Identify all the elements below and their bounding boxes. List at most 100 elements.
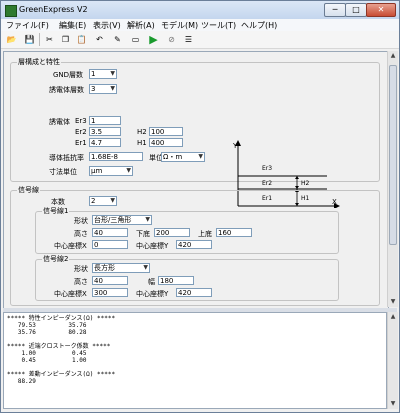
window-title: GreenExpress V2	[19, 5, 88, 14]
menu-tools[interactable]: ツール(T)	[201, 20, 236, 31]
result-log: ***** 特性インピーダンス(Ω) ***** 79.53 35.76 35.…	[3, 312, 387, 409]
line2-height-label: 高さ	[74, 278, 88, 286]
dimension-unit-label: 寸法単位	[49, 168, 77, 176]
toolbar: 📂 💾 ✂ ❐ 📋 ↶ ✎ ▭ ▶ ⊘ ☰	[1, 31, 399, 49]
dimension-unit-select[interactable]: μm ▼	[89, 166, 133, 176]
line1-center-y-input[interactable]: 420	[176, 240, 212, 249]
line1-shape-select[interactable]: 台形/三角形 ▼	[92, 215, 152, 225]
menu-bar: ファイル(F) 編集(E) 表示(V) 解析(A) モデル(M) ツール(T) …	[1, 19, 399, 31]
list-icon[interactable]: ☰	[182, 33, 195, 46]
line1-shape-label: 形状	[74, 217, 88, 225]
line2-height-input[interactable]: 40	[92, 276, 128, 285]
line1-height-label: 高さ	[74, 230, 88, 238]
chevron-down-icon: ▼	[143, 264, 148, 271]
menu-help[interactable]: ヘルプ(H)	[241, 20, 277, 31]
chevron-down-icon: ▼	[110, 197, 115, 204]
chevron-down-icon: ▼	[110, 85, 115, 92]
line2-center-x-label: 中心座標X	[54, 290, 87, 298]
menu-view[interactable]: 表示(V)	[93, 20, 121, 31]
er3-input[interactable]: 1	[89, 116, 121, 125]
app-icon	[5, 5, 17, 17]
line1-height-input[interactable]: 40	[92, 228, 128, 237]
scroll-down-icon[interactable]: ▼	[388, 297, 398, 307]
scroll-up-icon[interactable]: ▲	[388, 312, 398, 322]
er1-label: Er1	[75, 139, 87, 147]
h1-label: H1	[137, 139, 147, 147]
scroll-up-icon[interactable]: ▲	[388, 51, 398, 61]
dielectric-layer-label: 誘電体層数	[49, 86, 84, 94]
chevron-down-icon: ▼	[110, 70, 115, 77]
app-window: GreenExpress V2 ─ □ ✕ ファイル(F) 編集(E) 表示(V…	[0, 0, 400, 413]
line2-center-x-input[interactable]: 300	[92, 288, 128, 297]
menu-edit[interactable]: 編集(E)	[59, 20, 86, 31]
maximize-button[interactable]: □	[345, 3, 367, 17]
paste-icon[interactable]: 📋	[75, 33, 88, 46]
stop-icon[interactable]: ⊘	[165, 33, 178, 46]
resistivity-label: 導体抵抗率	[49, 154, 84, 162]
h1-input[interactable]: 400	[149, 138, 183, 147]
line1-top-label: 上底	[198, 230, 212, 238]
h2-label: H2	[137, 128, 147, 136]
er3-label: Er3	[75, 117, 87, 125]
diagram-er3-label: Er3	[262, 165, 272, 172]
signal-line-1-group: 信号線1 形状 台形/三角形 ▼ 高さ 40 下底 200 上底 160 中心座標…	[35, 206, 339, 254]
menu-model[interactable]: モデル(M)	[161, 20, 198, 31]
minimize-button[interactable]: ─	[324, 3, 346, 17]
menu-file[interactable]: ファイル(F)	[6, 20, 49, 31]
scroll-thumb[interactable]	[389, 65, 397, 245]
run-icon[interactable]: ▶	[147, 33, 160, 46]
model-icon[interactable]: ▭	[129, 33, 142, 46]
cut-icon[interactable]: ✂	[43, 33, 56, 46]
signal-group: 信号線 本数 2 ▼ 信号線1 形状 台形/三角形 ▼ 高さ 40 下底 200 上…	[10, 185, 380, 306]
dimension-unit-value: μm	[91, 167, 103, 175]
input-panel: 層構成と特性 GND層数 1 ▼ 誘電体層数 3 ▼ 誘電体 Er3 1 Er2 3…	[3, 51, 389, 309]
layer-group-label: 層構成と特性	[17, 57, 61, 67]
er1-input[interactable]: 4.7	[89, 138, 121, 147]
dielectric-layer-select[interactable]: 3 ▼	[89, 84, 117, 94]
edit-icon[interactable]: ✎	[111, 33, 124, 46]
menu-analysis[interactable]: 解析(A)	[127, 20, 155, 31]
unit-value: Ω・m	[163, 153, 183, 161]
signal-group-label: 信号線	[17, 185, 40, 195]
toolbar-separator	[39, 33, 40, 46]
line1-center-x-input[interactable]: 0	[92, 240, 128, 249]
line2-shape-select[interactable]: 長方形 ▼	[92, 263, 150, 273]
gnd-layer-select[interactable]: 1 ▼	[89, 69, 117, 79]
y-axis-label: Y	[232, 142, 238, 150]
line1-center-y-label: 中心座標Y	[136, 242, 169, 250]
er2-label: Er2	[75, 128, 87, 136]
close-button[interactable]: ✕	[366, 3, 396, 17]
line1-shape-value: 台形/三角形	[94, 216, 132, 224]
signal-line-2-group: 信号線2 形状 長方形 ▼ 高さ 40 幅 180 中心座標X 300 中心座標Y…	[35, 254, 339, 301]
chevron-down-icon: ▼	[198, 153, 203, 160]
line2-center-y-label: 中心座標Y	[136, 290, 169, 298]
copy-icon[interactable]: ❐	[59, 33, 72, 46]
signal-line-2-label: 信号線2	[42, 254, 70, 264]
unit-select[interactable]: Ω・m ▼	[161, 152, 205, 162]
line2-shape-label: 形状	[74, 265, 88, 273]
line2-width-label: 幅	[148, 278, 155, 286]
line2-shape-value: 長方形	[94, 264, 115, 272]
resistivity-input[interactable]: 1.68E-8	[89, 152, 143, 161]
chevron-down-icon: ▼	[145, 216, 150, 223]
line1-bottom-input[interactable]: 200	[154, 228, 190, 237]
result-log-scrollbar[interactable]: ▲ ▼	[387, 312, 398, 409]
signal-count-select[interactable]: 2 ▼	[89, 196, 117, 206]
scroll-down-icon[interactable]: ▼	[388, 399, 398, 409]
er2-input[interactable]: 3.5	[89, 127, 121, 136]
line1-center-x-label: 中心座標X	[54, 242, 87, 250]
title-bar: GreenExpress V2 ─ □ ✕	[1, 1, 399, 19]
dielectric-layer-value: 3	[91, 85, 96, 93]
chevron-down-icon: ▼	[126, 167, 131, 174]
input-panel-scrollbar[interactable]: ▲ ▼	[387, 51, 398, 307]
gnd-layer-value: 1	[91, 70, 96, 78]
undo-icon[interactable]: ↶	[93, 33, 106, 46]
line1-top-input[interactable]: 160	[216, 228, 252, 237]
line2-width-input[interactable]: 180	[158, 276, 194, 285]
open-icon[interactable]: 📂	[5, 33, 18, 46]
h2-input[interactable]: 100	[149, 127, 183, 136]
save-icon[interactable]: 💾	[23, 33, 36, 46]
diagram-er2-label: Er2	[262, 180, 272, 187]
diagram-h2-label: H2	[301, 180, 310, 187]
line2-center-y-input[interactable]: 420	[176, 288, 212, 297]
